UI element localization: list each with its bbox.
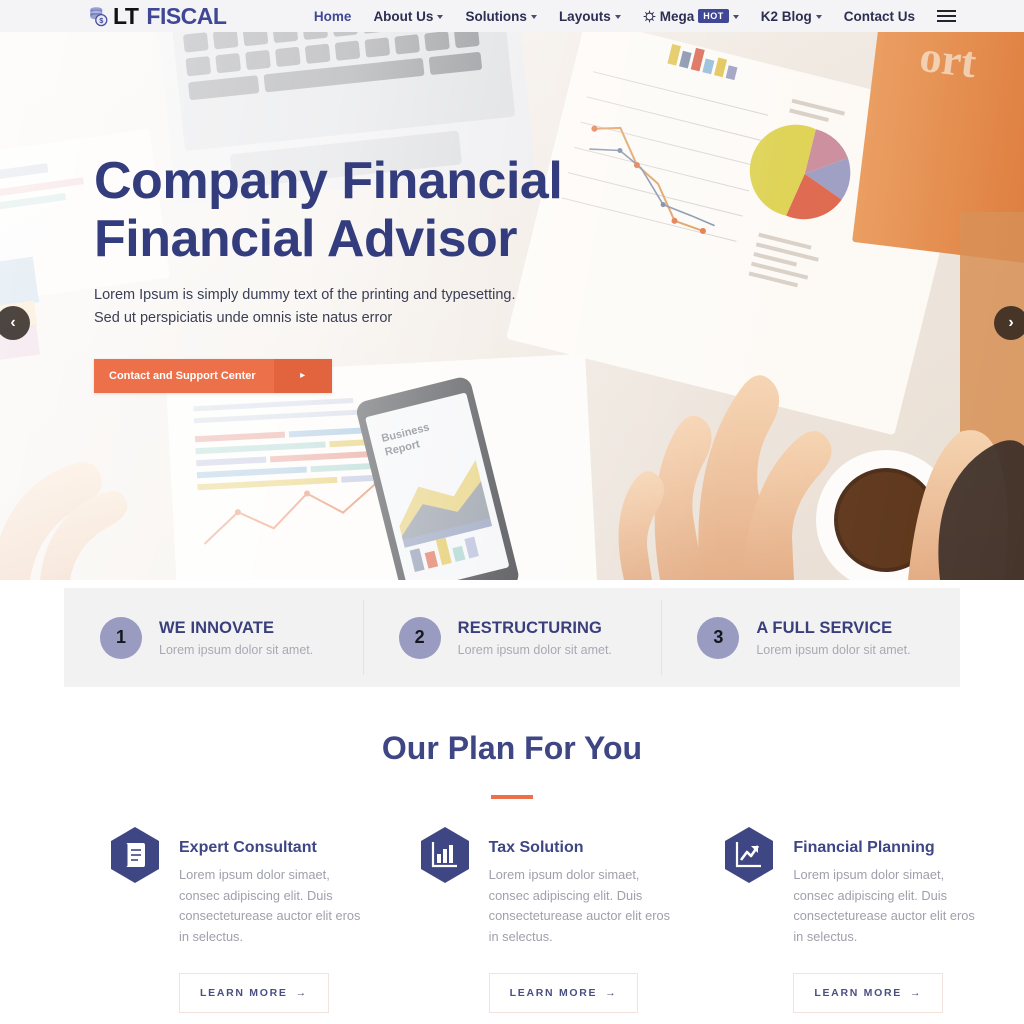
card-title: Financial Planning [793,839,935,856]
chevron-left-icon: ‹ [10,314,16,331]
learn-more-button-expert-consultant[interactable]: LEARN MORE → [179,972,329,1013]
nav-label-solutions: Solutions [465,8,527,24]
arrow-right-icon: ▸ [273,358,332,393]
arrow-right-icon: → [605,986,618,999]
learn-more-button-financial-planning[interactable]: LEARN MORE → [793,972,944,1013]
nav-label-k2-blog: K2 Blog [760,8,812,24]
arrow-right-icon: → [295,986,308,999]
nav-item-solutions[interactable]: Solutions [465,9,537,24]
page-root: ort [0,0,1024,1024]
feature-item-a-full-service[interactable]: 3 A FULL SERVICE Lorem ipsum dolor sit a… [661,588,960,687]
chevron-right-icon: › [1008,314,1014,331]
plan-card-expert-consultant: Expert Consultant Lorem ipsum dolor sima… [0,826,410,1013]
card-description: Lorem ipsum dolor simaet, consec adipisc… [793,867,975,945]
plan-card-financial-planning: Financial Planning Lorem ipsum dolor sim… [719,826,1024,1013]
contact-support-center-button[interactable]: Contact and Support Center ▸ [94,358,332,393]
hero-content: Company Financial Financial Advisor Lore… [94,152,654,393]
contact-support-center-label: Contact and Support Center [109,369,256,382]
chevron-down-icon [732,15,739,19]
nav-label-contact-us: Contact Us [843,8,915,24]
hamburger-line [937,14,956,18]
logo-text-secondary: FISCAL [146,2,227,29]
nav-label-layouts: Layouts [558,8,611,24]
card-description: Lorem ipsum dolor simaet, consec adipisc… [488,867,671,945]
feature-number: 3 [697,616,740,659]
nav-item-mega[interactable]: Mega HOT [643,9,739,24]
nav-label-mega: Mega [659,8,695,24]
hamburger-icon[interactable] [937,9,956,23]
card-title: Expert Consultant [179,839,317,856]
learn-more-label: LEARN MORE [509,986,598,999]
feature-strip: 1 WE INNOVATE Lorem ipsum dolor sit amet… [64,588,960,687]
compass-icon [643,10,656,22]
hot-badge: HOT [698,9,729,23]
hamburger-line [937,9,956,13]
chevron-down-icon [614,15,621,19]
nav-item-contact-us[interactable]: Contact Us [844,9,915,24]
nav-label-home: Home [313,8,352,24]
hero-slider: ort [0,32,1024,580]
learn-more-label: LEARN MORE [814,986,902,999]
feature-title: A FULL SERVICE [756,618,893,637]
nav-item-k2-blog[interactable]: K2 Blog [761,9,822,24]
feature-description: Lorem ipsum dolor sit amet. [457,642,612,657]
primary-navigation: Home About Us Solutions Layouts Mega HOT… [314,9,956,24]
page-title: Our Plan For You [381,730,643,766]
plan-section-header: Our Plan For You [0,730,1024,799]
hero-title-line-1: Company Financial [94,152,563,210]
learn-more-button-tax-solution[interactable]: LEARN MORE → [488,972,639,1013]
card-description: Lorem ipsum dolor simaet, consec adipisc… [179,867,361,945]
notebook-icon [109,826,161,884]
trending-up-icon [723,826,775,884]
hero-subtitle-line-2: Sed ut perspiciatis unde omnis iste natu… [94,309,393,326]
coin-stack-icon: $ [90,7,108,27]
chevron-down-icon [530,15,537,19]
title-divider [491,795,533,799]
feature-description: Lorem ipsum dolor sit amet. [159,642,314,657]
logo-text-primary: LT [113,2,139,29]
nav-item-home[interactable]: Home [314,9,352,24]
hero-title: Company Financial Financial Advisor [94,152,654,268]
hamburger-line [937,19,956,23]
feature-number: 1 [100,616,142,659]
site-logo[interactable]: $ LT FISCAL [88,2,227,29]
learn-more-label: LEARN MORE [200,986,288,999]
svg-text:$: $ [99,16,103,25]
nav-item-about-us[interactable]: About Us [373,8,444,24]
chevron-down-icon [437,15,444,19]
plan-card-tax-solution: Tax Solution Lorem ipsum dolor simaet, c… [410,826,720,1013]
hero-subtitle: Lorem Ipsum is simply dummy text of the … [94,284,654,328]
nav-label-about-us: About Us [373,8,434,24]
hero-subtitle-line-1: Lorem Ipsum is simply dummy text of the … [94,287,516,304]
bar-chart-icon [419,826,471,884]
feature-item-we-innovate[interactable]: 1 WE INNOVATE Lorem ipsum dolor sit amet… [64,588,363,687]
nav-item-layouts[interactable]: Layouts [559,9,621,24]
hero-title-line-2: Financial Advisor [94,210,518,269]
feature-number: 2 [398,616,441,659]
main-navbar: $ LT FISCAL Home About Us Solutions Layo… [0,0,1024,32]
arrow-right-icon: → [909,986,923,999]
feature-item-restructuring[interactable]: 2 RESTRUCTURING Lorem ipsum dolor sit am… [362,588,662,687]
chevron-down-icon [815,15,822,19]
feature-description: Lorem ipsum dolor sit amet. [756,642,911,657]
card-title: Tax Solution [488,839,584,856]
feature-title: WE INNOVATE [159,618,275,637]
plan-cards: Expert Consultant Lorem ipsum dolor sima… [0,826,1024,1013]
feature-title: RESTRUCTURING [457,618,602,637]
slider-next-button[interactable]: › [994,306,1024,340]
